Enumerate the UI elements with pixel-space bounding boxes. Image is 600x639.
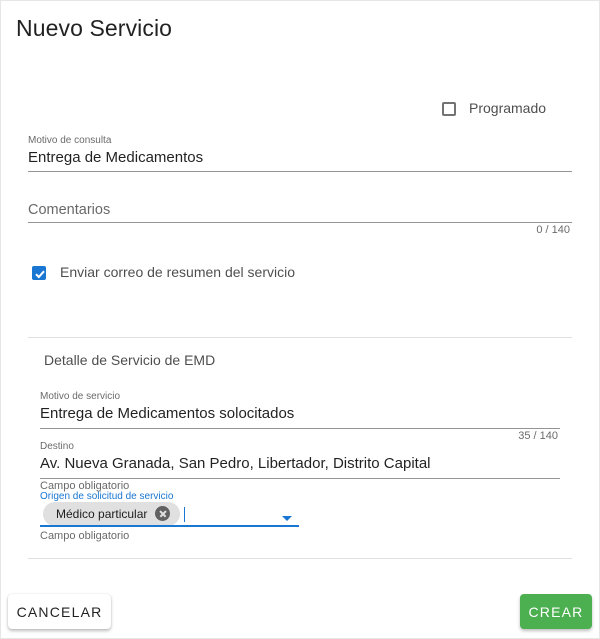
origen-select-underline[interactable] <box>40 525 299 527</box>
cancel-button[interactable]: Cancelar <box>8 594 111 629</box>
enviar-correo-label[interactable]: Enviar correo de resumen del servicio <box>60 264 295 280</box>
programado-checkbox[interactable] <box>442 102 456 116</box>
motivo-servicio-underline <box>40 428 560 429</box>
dropdown-arrow-icon[interactable] <box>282 516 292 521</box>
destino-underline <box>40 478 560 479</box>
comentarios-input[interactable]: Comentarios <box>28 202 110 218</box>
origen-hint: Campo obligatorio <box>40 530 130 542</box>
section-divider-bottom <box>28 558 572 559</box>
dialog-title: Nuevo Servicio <box>16 15 173 41</box>
comentarios-underline <box>28 222 572 223</box>
new-service-dialog: Nuevo Servicio Programado Motivo de cons… <box>0 0 600 639</box>
enviar-correo-checkbox[interactable] <box>32 266 46 280</box>
chip-delete-icon[interactable] <box>155 506 170 521</box>
motivo-consulta-input[interactable]: Entrega de Medicamentos <box>28 149 203 166</box>
origen-label: Origen de solicitud de servicio <box>40 491 174 502</box>
motivo-consulta-label: Motivo de consulta <box>28 135 112 146</box>
comentarios-counter: 0 / 140 <box>536 224 570 236</box>
programado-label[interactable]: Programado <box>469 100 546 116</box>
destino-input[interactable]: Av. Nueva Granada, San Pedro, Libertador… <box>40 455 431 472</box>
motivo-consulta-underline <box>28 171 572 172</box>
emd-section-title: Detalle de Servicio de EMD <box>44 352 216 368</box>
check-icon <box>35 270 45 279</box>
text-caret <box>184 507 185 522</box>
motivo-servicio-label: Motivo de servicio <box>40 391 121 402</box>
section-divider-top <box>28 337 572 338</box>
motivo-servicio-input[interactable]: Entrega de Medicamentos solocitados <box>40 405 294 422</box>
motivo-servicio-counter: 35 / 140 <box>518 430 558 442</box>
origen-chip-label: Médico particular <box>56 507 148 521</box>
create-button[interactable]: Crear <box>520 594 592 629</box>
destino-label: Destino <box>40 441 74 452</box>
